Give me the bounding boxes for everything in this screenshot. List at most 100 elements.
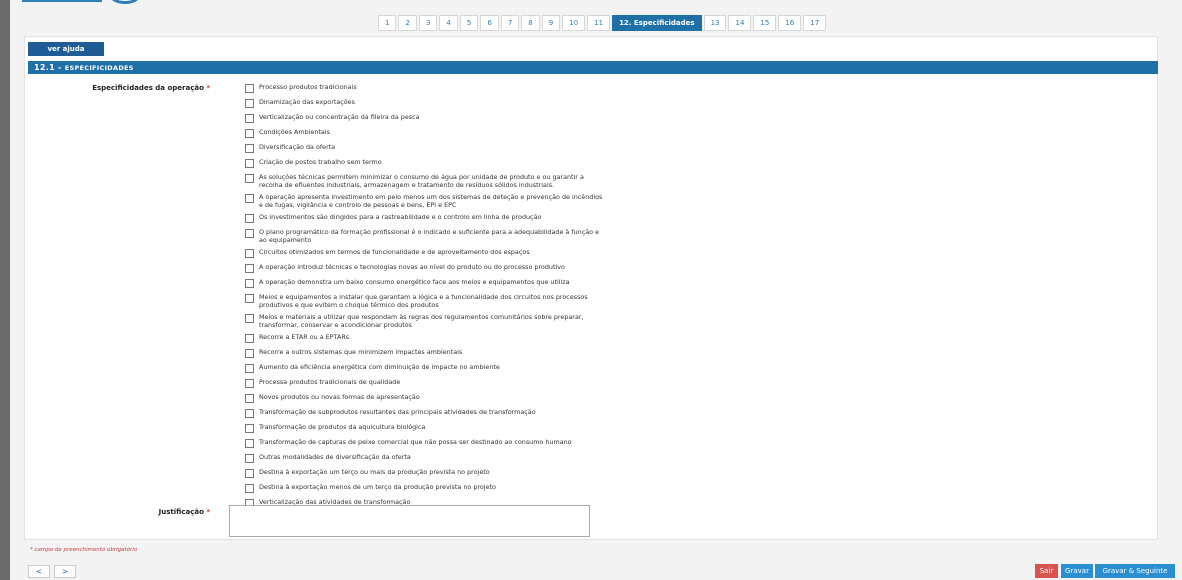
tab-16[interactable]: 16 (778, 15, 802, 31)
checkbox-option[interactable]: Processo produtos tradicionais (245, 83, 605, 93)
tab-2[interactable]: 2 (398, 15, 417, 31)
exit-button[interactable]: Sair (1035, 564, 1058, 578)
checkbox-label: Meios e equipamentos a instalar que gara… (259, 293, 588, 309)
checkbox-option[interactable]: Verticalização ou concentração da fileir… (245, 113, 605, 123)
checkbox-option[interactable]: Dinamização das exportações (245, 98, 605, 108)
checkbox[interactable] (245, 114, 254, 123)
window-left-edge (0, 0, 10, 580)
checkbox-option[interactable]: Os investimentos são dirigidos para a ra… (245, 213, 605, 223)
justificacao-textarea[interactable] (229, 505, 590, 537)
checkbox-option[interactable]: Novos produtos ou novas formas de aprese… (245, 393, 605, 403)
checkbox-option[interactable]: Destina à exportação um terço ou mais da… (245, 468, 605, 478)
checkbox[interactable] (245, 84, 254, 93)
checkbox[interactable] (245, 424, 254, 433)
checkbox-label: Verticalização ou concentração da fileir… (259, 113, 420, 121)
checkbox-option[interactable]: Criação de postos trabalho sem termo (245, 158, 605, 168)
checkbox-label: Processo produtos tradicionais (259, 83, 357, 91)
checkbox-option[interactable]: Outras modalidades de diversificação da … (245, 453, 605, 463)
checkbox-label: Condições Ambientais (259, 128, 330, 136)
checkbox-label: Recorre a ETAR ou a EPTARs (259, 333, 350, 341)
checkbox-option[interactable]: Circuitos otimizados em termos de funcio… (245, 248, 605, 258)
tab-7[interactable]: 7 (500, 15, 520, 31)
checkbox[interactable] (245, 294, 254, 303)
checkbox[interactable] (245, 264, 254, 273)
checkbox-option[interactable]: Transformação de subprodutos resultantes… (245, 408, 605, 418)
step-tabs: 1 2 3 4 5 6 7 8 9 10 11 12. Especificidades 13 14 15 16… (378, 15, 827, 31)
checkbox[interactable] (245, 229, 254, 238)
checkbox-option[interactable]: A operação demonstra um baixo consumo en… (245, 278, 605, 288)
next-button[interactable]: > (54, 565, 76, 578)
checkbox-label: A operação demonstra um baixo consumo en… (259, 278, 570, 286)
checkbox-label: Destina à exportação menos de um terço d… (259, 483, 496, 491)
checkbox[interactable] (245, 314, 254, 323)
checkbox-option[interactable]: As soluções técnicas permitem minimizar … (245, 173, 605, 189)
checkbox-option[interactable]: Recorre a ETAR ou a EPTARs (245, 333, 605, 343)
tab-1[interactable]: 1 (378, 15, 397, 31)
checkbox[interactable] (245, 394, 254, 403)
checkbox[interactable] (245, 349, 254, 358)
checkbox[interactable] (245, 99, 254, 108)
checkbox-option[interactable]: Aumento da eficiência energética com dim… (245, 363, 605, 373)
tab-6[interactable]: 6 (480, 15, 499, 31)
especificidades-label: Especificidades da operação * (92, 84, 210, 92)
checkbox-label: Dinamização das exportações (259, 98, 355, 106)
save-next-button[interactable]: Gravar & Seguinte (1095, 564, 1175, 578)
checkbox-option[interactable]: A operação introduz técnicas e tecnologi… (245, 263, 605, 273)
checkbox[interactable] (245, 364, 254, 373)
checkbox[interactable] (245, 409, 254, 418)
checkbox[interactable] (245, 439, 254, 448)
required-footnote: * campo de preenchimento obrigatório (30, 547, 138, 553)
checkbox[interactable] (245, 469, 254, 478)
checkbox-option[interactable]: Transformação de capturas de peixe comer… (245, 438, 605, 448)
checkbox-label: Meios e materiais a utilizar que respond… (259, 313, 584, 329)
tab-12[interactable]: 12. Especificidades (612, 15, 702, 31)
checkbox-option[interactable]: Meios e equipamentos a instalar que gara… (245, 293, 605, 309)
tab-5[interactable]: 5 (459, 15, 479, 31)
checkbox-option[interactable]: Recorre a outros sistemas que minimizem … (245, 348, 605, 358)
checkbox[interactable] (245, 334, 254, 343)
checkbox-option[interactable]: Processa produtos tradicionais de qualid… (245, 378, 605, 388)
tab-9[interactable]: 9 (541, 15, 561, 31)
checkbox[interactable] (245, 484, 254, 493)
checkbox-option[interactable]: Meios e materiais a utilizar que respond… (245, 313, 605, 329)
tab-3[interactable]: 3 (418, 15, 438, 31)
checkbox-label: Transformação de capturas de peixe comer… (259, 438, 572, 446)
checkbox-option[interactable]: Condições Ambientais (245, 128, 605, 138)
checkbox-label: Transformação de subprodutos resultantes… (259, 408, 536, 416)
checkbox-option[interactable]: O plano programático da formação profiss… (245, 228, 605, 244)
checkbox-label: As soluções técnicas permitem minimizar … (259, 173, 584, 189)
tab-14[interactable]: 14 (728, 15, 752, 31)
justificacao-label: Justificação * (158, 508, 210, 516)
save-button[interactable]: Gravar (1061, 564, 1093, 578)
checkbox-label: Destina à exportação um terço ou mais da… (259, 468, 490, 476)
checkbox[interactable] (245, 379, 254, 388)
help-button[interactable]: ver ajuda (28, 42, 104, 56)
checkbox-label: Diversificação da oferta (259, 143, 336, 151)
tab-17[interactable]: 17 (803, 15, 827, 31)
checkbox[interactable] (245, 214, 254, 223)
tab-13[interactable]: 13 (703, 15, 727, 31)
checkbox-option[interactable]: Destina à exportação menos de um terço d… (245, 483, 605, 493)
checkbox-label: Transformação de produtos da aquicultura… (259, 423, 426, 431)
checkbox-option[interactable]: Transformação de produtos da aquicultura… (245, 423, 605, 433)
checkbox-label: Os investimentos são dirigidos para a ra… (259, 213, 542, 221)
checkbox[interactable] (245, 249, 254, 258)
required-marker: * (206, 84, 210, 92)
checkbox[interactable] (245, 129, 254, 138)
tab-4[interactable]: 4 (439, 15, 458, 31)
tab-8[interactable]: 8 (521, 15, 540, 31)
tab-10[interactable]: 10 (562, 15, 586, 31)
checkbox[interactable] (245, 144, 254, 153)
especificidades-checkbox-list: Processo produtos tradicionais Dinamizaçã… (245, 83, 605, 528)
checkbox-label: Novos produtos ou novas formas de aprese… (259, 393, 420, 401)
checkbox[interactable] (245, 159, 254, 168)
checkbox[interactable] (245, 279, 254, 288)
tab-11[interactable]: 11 (587, 15, 611, 31)
checkbox-option[interactable]: A operação apresenta investimento em pel… (245, 193, 605, 209)
previous-button[interactable]: < (28, 565, 50, 578)
checkbox[interactable] (245, 454, 254, 463)
checkbox[interactable] (245, 174, 254, 183)
checkbox-option[interactable]: Diversificação da oferta (245, 143, 605, 153)
tab-15[interactable]: 15 (753, 15, 777, 31)
checkbox[interactable] (245, 194, 254, 203)
